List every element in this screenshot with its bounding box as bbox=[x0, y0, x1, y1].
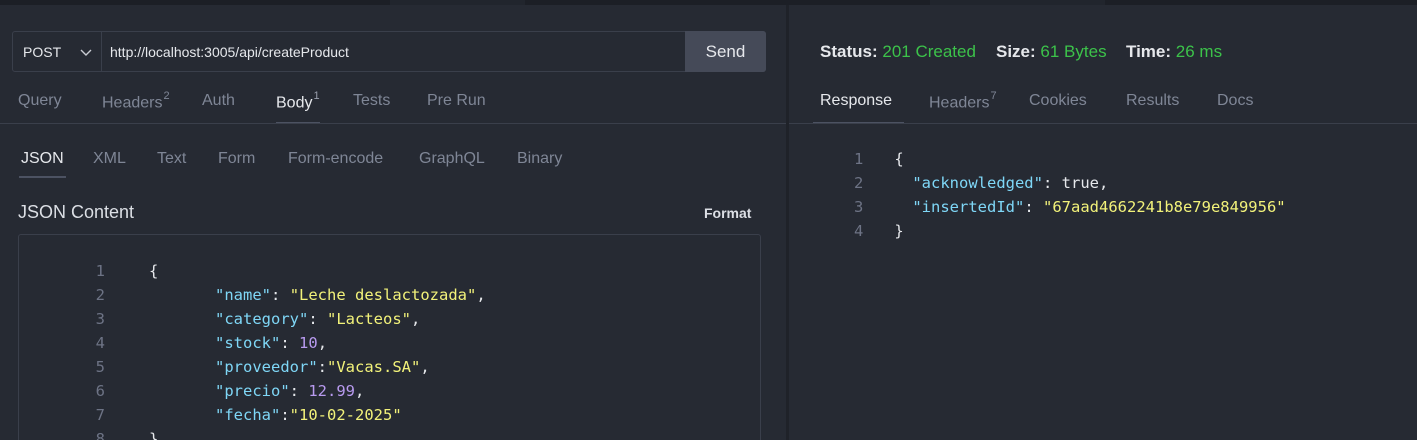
body-type-xml[interactable]: XML bbox=[93, 150, 126, 168]
code-text: "fecha":"10-02-2025" bbox=[215, 406, 402, 424]
code-line: 3 "category": "Lacteos", bbox=[29, 283, 421, 328]
pane-splitter[interactable] bbox=[786, 5, 789, 440]
code-line: 8} bbox=[29, 403, 159, 440]
code-text: "insertedId": "67aad4662241b8e79e849956" bbox=[912, 198, 1286, 216]
size-value: 61 Bytes bbox=[1040, 42, 1107, 61]
body-type-tabs: JSON XML Text Form Form-encode GraphQL B… bbox=[0, 150, 786, 180]
send-button[interactable]: Send bbox=[685, 31, 766, 72]
tab-results[interactable]: Results bbox=[1126, 92, 1179, 124]
tab-body[interactable]: Body1 bbox=[276, 90, 320, 124]
code-line: 1{ bbox=[29, 235, 159, 280]
size-label: Size: bbox=[996, 42, 1036, 61]
response-time: Time: 26 ms bbox=[1126, 42, 1222, 62]
code-text: } bbox=[894, 222, 904, 240]
request-url-bar: POST Send bbox=[12, 31, 766, 72]
line-number: 8 bbox=[95, 430, 105, 440]
tab-docs[interactable]: Docs bbox=[1217, 92, 1253, 124]
json-content-title: JSON Content bbox=[18, 202, 135, 222]
request-body-editor[interactable]: 1{ 2 "name": "Leche deslactozada", 3 "cate… bbox=[18, 234, 761, 440]
status-label: Status: bbox=[820, 42, 878, 61]
code-line: 5 "proveedor":"Vacas.SA", bbox=[29, 331, 430, 376]
active-body-type-indicator bbox=[19, 176, 66, 178]
format-button[interactable]: Format bbox=[704, 205, 751, 221]
response-status: Status: 201 Created bbox=[820, 42, 976, 62]
code-line: 2 "acknowledged": true, bbox=[806, 147, 1108, 192]
code-line: 4 "stock": 10, bbox=[29, 307, 327, 352]
code-line: 3 "insertedId": "67aad4662241b8e79e849956… bbox=[806, 171, 1286, 216]
code-line: 1{ bbox=[806, 123, 904, 168]
body-type-json[interactable]: JSON bbox=[19, 150, 66, 178]
method-select[interactable]: POST bbox=[13, 32, 102, 71]
tab-auth[interactable]: Auth bbox=[202, 92, 235, 124]
tab-response[interactable]: Response bbox=[813, 92, 905, 124]
code-line: 2 "name": "Leche deslactozada", bbox=[29, 259, 486, 304]
url-input[interactable] bbox=[102, 32, 686, 71]
time-label: Time: bbox=[1126, 42, 1172, 61]
headers-count: 2 bbox=[163, 90, 170, 102]
body-type-graphql[interactable]: GraphQL bbox=[419, 150, 485, 168]
body-type-text[interactable]: Text bbox=[157, 150, 186, 168]
status-value: 201 Created bbox=[882, 42, 976, 61]
body-type-form-encode[interactable]: Form-encode bbox=[288, 150, 383, 168]
line-number: 4 bbox=[853, 222, 864, 240]
body-count: 1 bbox=[313, 90, 320, 102]
chevron-down-icon bbox=[80, 49, 92, 56]
body-type-form[interactable]: Form bbox=[218, 150, 255, 168]
code-text: } bbox=[149, 430, 159, 440]
response-headers-count: 7 bbox=[990, 90, 997, 102]
time-value: 26 ms bbox=[1175, 42, 1223, 61]
tab-response-headers[interactable]: Headers7 bbox=[929, 90, 997, 124]
code-line: 4} bbox=[806, 195, 904, 240]
response-size: Size: 61 Bytes bbox=[996, 42, 1107, 62]
top-tab-strip bbox=[0, 0, 1417, 5]
body-type-binary[interactable]: Binary bbox=[517, 150, 562, 168]
thunder-client-window: POST Send Query Headers2 Auth Body1 Test… bbox=[0, 0, 1417, 440]
tab-headers[interactable]: Headers2 bbox=[102, 90, 170, 124]
code-line: 7 "fecha":"10-02-2025" bbox=[29, 379, 402, 424]
tab-query[interactable]: Query bbox=[18, 92, 62, 124]
tab-tests[interactable]: Tests bbox=[353, 92, 390, 124]
tab-pre-run[interactable]: Pre Run bbox=[427, 92, 486, 124]
code-line: 6 "precio": 12.99, bbox=[29, 355, 365, 400]
tab-cookies[interactable]: Cookies bbox=[1029, 92, 1087, 124]
request-tabs-divider bbox=[0, 123, 786, 124]
method-label: POST bbox=[23, 43, 62, 60]
